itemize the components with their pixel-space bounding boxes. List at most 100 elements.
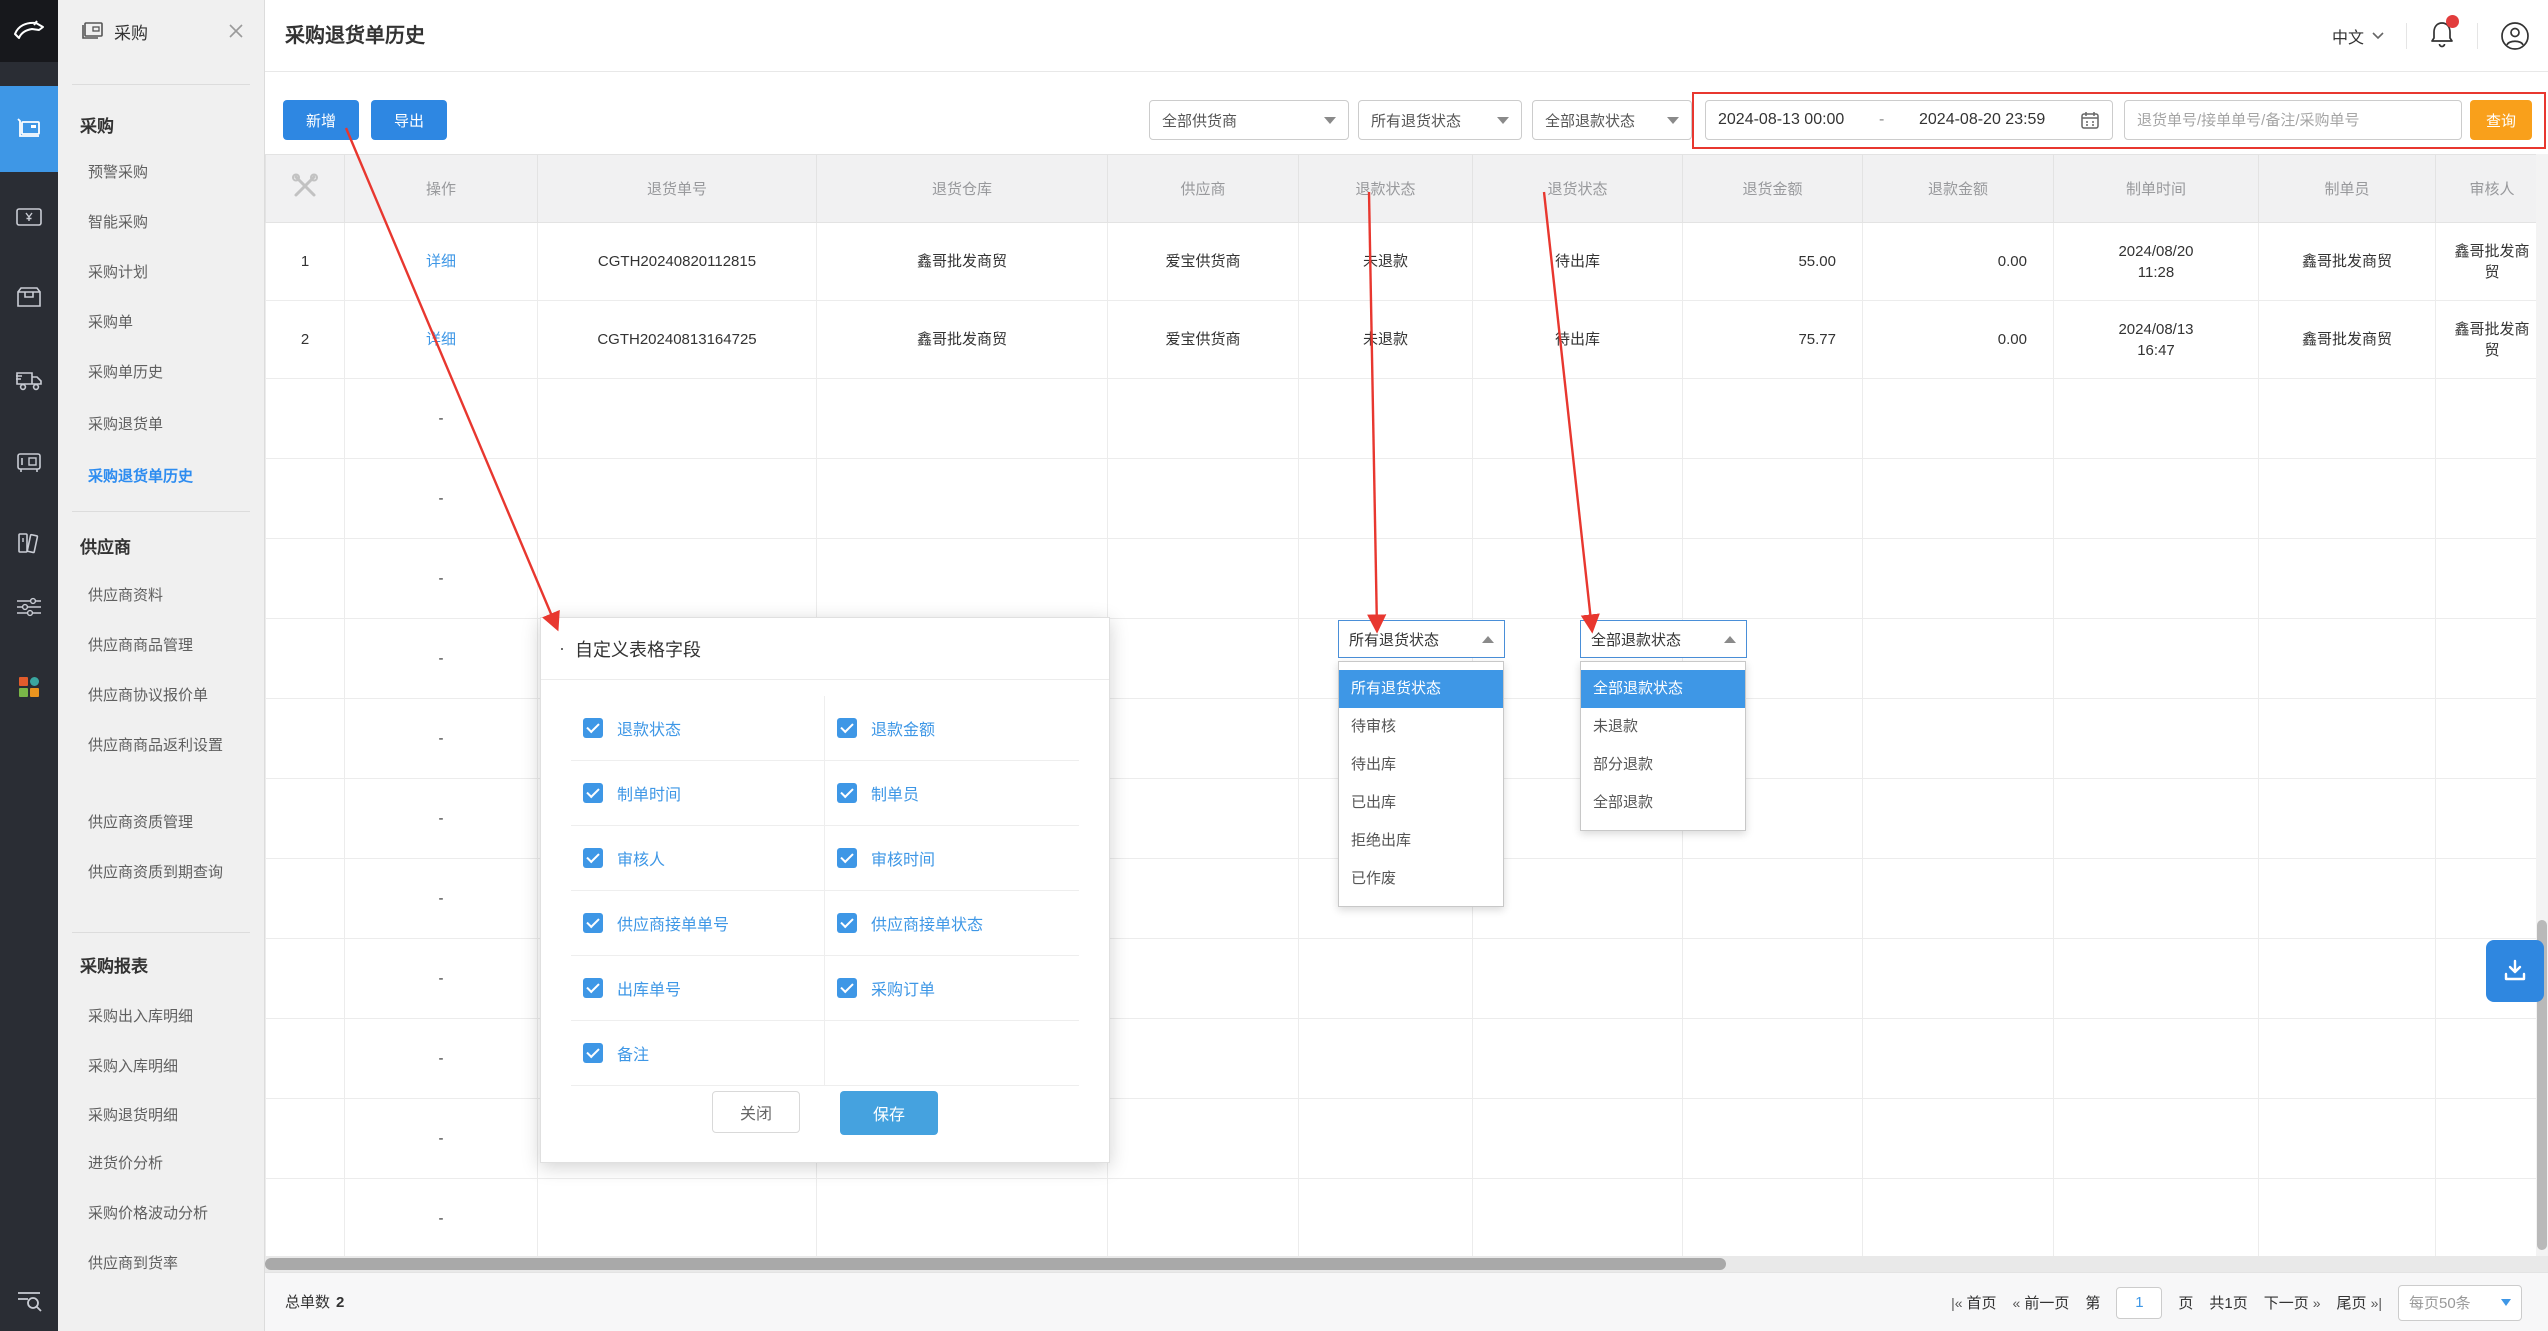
dropdown-option-full-refund[interactable]: 全部退款 (1581, 784, 1745, 822)
horizontal-scrollbar[interactable] (265, 1256, 2548, 1272)
refund-status-dropdown-value: 全部退款状态 (1591, 629, 1681, 650)
download-fab-button[interactable] (2486, 940, 2544, 1002)
date-range-picker[interactable]: 2024-08-13 00:00 - 2024-08-20 23:59 (1705, 100, 2113, 140)
sidebar-item-supplier-info[interactable]: 供应商资料 (88, 585, 254, 606)
sidebar-item-supplier-qualification[interactable]: 供应商资质管理 (88, 812, 254, 833)
page-size-select[interactable]: 每页50条 (2398, 1285, 2522, 1321)
prev-page-button[interactable]: « 前一页 (2013, 1292, 2070, 1313)
close-icon[interactable] (228, 23, 244, 39)
header-return-status: 退货状态 (1473, 155, 1683, 223)
table-row: 1 详细 CGTH20240820112815 鑫哥批发商贸 爱宝供货商 未退款… (266, 223, 2548, 301)
sidebar-item-purchase-order[interactable]: 采购单 (88, 312, 254, 333)
checkbox-checked-icon (583, 978, 603, 998)
dropdown-option-partial-refund[interactable]: 部分退款 (1581, 746, 1745, 784)
sidebar-item-purchase-price-analysis[interactable]: 进货价分析 (88, 1153, 254, 1174)
next-page-button[interactable]: 下一页 » (2264, 1292, 2321, 1313)
dropdown-option-all-refund-status[interactable]: 全部退款状态 (1581, 670, 1745, 708)
field-checkbox-auditor[interactable]: 审核人 (571, 826, 825, 891)
total-count: 总单数2 (285, 1273, 344, 1331)
field-checkbox-outbound-no[interactable]: 出库单号 (571, 956, 825, 1021)
rail-item-search-menu[interactable] (0, 1266, 58, 1331)
dropdown-option-pending-outbound[interactable]: 待出库 (1339, 746, 1503, 784)
detail-link[interactable]: 详细 (426, 253, 456, 270)
footer-bar: 总单数2 |« 首页 « 前一页 第 页 共1页 下一页 » 尾页 »| (265, 1272, 2548, 1331)
sidebar-item-supplier-qualification-expiry[interactable]: 供应商资质到期查询 (88, 862, 254, 883)
field-checkbox-created-at[interactable]: 制单时间 (571, 761, 825, 826)
search-input[interactable] (2124, 100, 2462, 140)
rail-item-delivery[interactable] (0, 345, 58, 415)
add-button[interactable]: 新增 (283, 100, 359, 140)
sidebar-item-price-fluctuation-analysis[interactable]: 采购价格波动分析 (88, 1203, 254, 1224)
ledger-books-icon (16, 531, 42, 555)
field-checkbox-supplier-accept-status[interactable]: 供应商接单状态 (825, 891, 1079, 956)
refund-status-dropdown-trigger[interactable]: 全部退款状态 (1580, 620, 1747, 658)
modal-close-button[interactable]: 关闭 (712, 1091, 800, 1133)
divider (72, 84, 250, 85)
truck-icon (15, 369, 43, 391)
supplier-filter-select[interactable]: 全部供货商 (1149, 100, 1349, 140)
sidebar-item-supplier-rebate[interactable]: 供应商商品返利设置 (88, 735, 254, 756)
sidebar-item-supplier-quotation[interactable]: 供应商协议报价单 (88, 685, 254, 706)
refund-status-filter-select[interactable]: 全部退款状态 (1532, 100, 1692, 140)
sidebar-section-purchase-reports: 采购报表 (80, 952, 148, 977)
field-checkbox-creator[interactable]: 制单员 (825, 761, 1079, 826)
horizontal-scrollbar-thumb[interactable] (265, 1258, 1726, 1270)
dropdown-option-voided[interactable]: 已作废 (1339, 860, 1503, 898)
last-page-button[interactable]: 尾页 »| (2337, 1292, 2382, 1313)
banknote-icon (16, 208, 42, 226)
checkbox-checked-icon (583, 1043, 603, 1063)
sidebar-item-purchase-in-detail[interactable]: 采购入库明细 (88, 1056, 254, 1077)
sidebar-item-purchase-return-detail[interactable]: 采购退货明细 (88, 1105, 254, 1126)
sidebar-item-purchase-inout-detail[interactable]: 采购出入库明细 (88, 1006, 254, 1027)
sidebar-item-alert-purchase[interactable]: 预警采购 (88, 162, 254, 183)
cell-empty-placeholder: - (345, 379, 538, 459)
dropdown-option-all-return-status[interactable]: 所有退货状态 (1339, 670, 1503, 708)
divider (2406, 23, 2407, 49)
vertical-scrollbar[interactable] (2536, 154, 2548, 1256)
field-checkbox-remark[interactable]: 备注 (571, 1021, 825, 1086)
account-icon[interactable] (2500, 21, 2530, 51)
cell-created-at: 2024/08/13 16:47 (2054, 301, 2259, 379)
rail-item-safe[interactable] (0, 428, 58, 498)
sidebar-item-smart-purchase[interactable]: 智能采购 (88, 212, 254, 233)
field-checkbox-purchase-order[interactable]: 采购订单 (825, 956, 1079, 1021)
header-action: 操作 (345, 155, 538, 223)
sidebar-item-purchase-return[interactable]: 采购退货单 (88, 414, 254, 435)
field-checkbox-refund-amount[interactable]: 退款金额 (825, 696, 1079, 761)
sidebar-item-supplier-goods[interactable]: 供应商商品管理 (88, 635, 254, 656)
column-settings-header[interactable] (266, 155, 345, 223)
field-checkbox-supplier-accept-no[interactable]: 供应商接单单号 (571, 891, 825, 956)
field-checkbox-refund-status[interactable]: 退款状态 (571, 696, 825, 761)
rail-item-reports[interactable] (0, 508, 58, 578)
dropdown-option-not-refunded[interactable]: 未退款 (1581, 708, 1745, 746)
query-button[interactable]: 查询 (2470, 100, 2532, 140)
rail-item-inventory[interactable] (0, 262, 58, 332)
dropdown-option-outbound-done[interactable]: 已出库 (1339, 784, 1503, 822)
rail-item-settings[interactable] (0, 572, 58, 642)
rail-item-apps[interactable] (0, 652, 58, 722)
export-button[interactable]: 导出 (371, 100, 447, 140)
sliders-icon (15, 597, 43, 617)
sidebar-item-purchase-return-history[interactable]: 采购退货单历史 (88, 466, 254, 487)
return-status-dropdown-trigger[interactable]: 所有退货状态 (1338, 620, 1505, 658)
first-page-icon: |« (1951, 1295, 1962, 1311)
sidebar-item-purchase-plan[interactable]: 采购计划 (88, 262, 254, 283)
detail-link[interactable]: 详细 (426, 331, 456, 348)
header-creator: 制单员 (2259, 155, 2436, 223)
notifications-button[interactable] (2429, 20, 2455, 53)
return-status-filter-select[interactable]: 所有退货状态 (1358, 100, 1522, 140)
first-page-button[interactable]: |« 首页 (1951, 1292, 1996, 1313)
language-switcher[interactable]: 中文 (2332, 24, 2384, 48)
dropdown-option-pending-audit[interactable]: 待审核 (1339, 708, 1503, 746)
dropdown-option-outbound-rejected[interactable]: 拒绝出库 (1339, 822, 1503, 860)
cell-index: 2 (266, 301, 345, 379)
page-label-prefix: 第 (2085, 1292, 2100, 1313)
modal-save-button[interactable]: 保存 (840, 1091, 938, 1135)
field-checkbox-audit-time[interactable]: 审核时间 (825, 826, 1079, 891)
page-number-input[interactable] (2116, 1287, 2162, 1319)
modal-title-bar: · 自定义表格字段 (541, 618, 1109, 680)
rail-item-procurement[interactable] (0, 86, 58, 172)
rail-item-finance[interactable] (0, 182, 58, 252)
sidebar-item-purchase-order-history[interactable]: 采购单历史 (88, 362, 254, 383)
header-order-no: 退货单号 (538, 155, 817, 223)
